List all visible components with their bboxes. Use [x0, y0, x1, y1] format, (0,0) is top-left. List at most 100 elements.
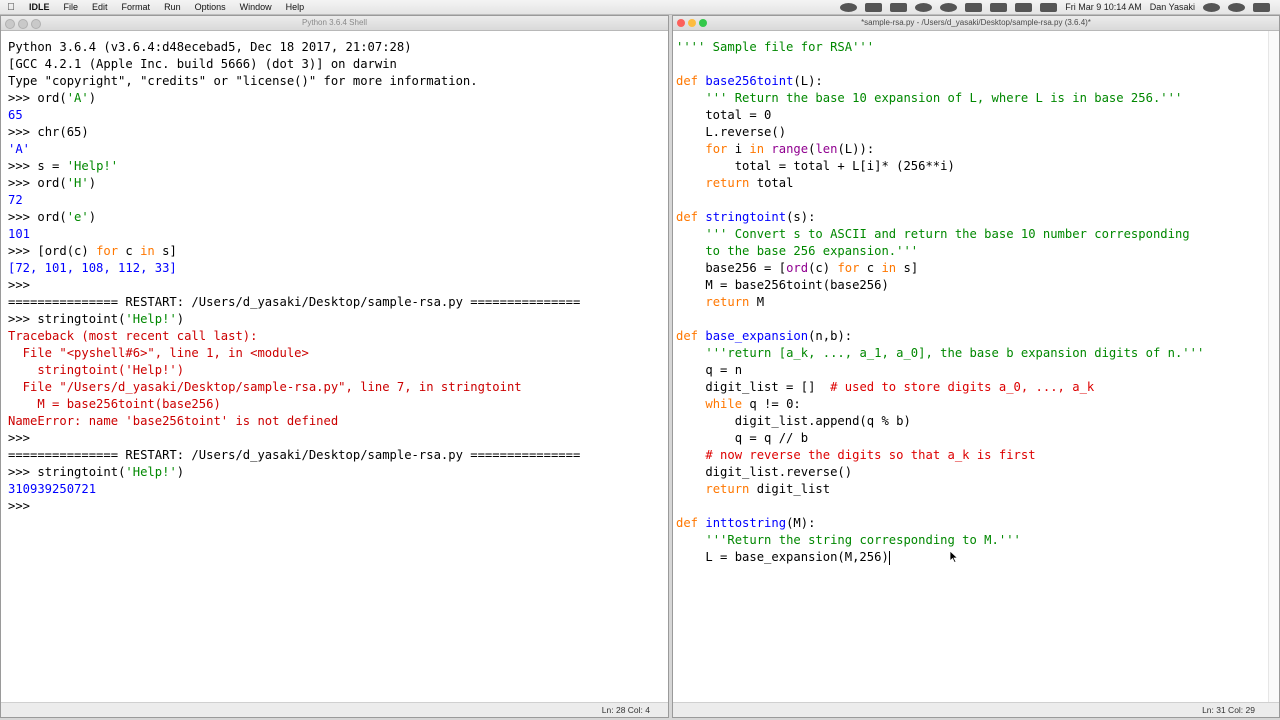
- code-token: ''' Return the base 10 expansion of L, w…: [705, 91, 1183, 105]
- code-token: in: [140, 244, 155, 258]
- menu-window[interactable]: Window: [233, 2, 279, 12]
- code-token: q = q // b: [676, 431, 809, 445]
- code-line: >>> chr(65): [8, 124, 668, 141]
- code-token: ): [88, 91, 97, 105]
- close-icon[interactable]: [5, 19, 15, 29]
- code-line: >>> ord('A'): [8, 90, 668, 107]
- code-token: i: [727, 142, 750, 156]
- code-token: stringtoint: [705, 210, 787, 224]
- code-line: >>> stringtoint('Help!'): [8, 311, 668, 328]
- code-token: [72, 101, 108, 112, 33]: [8, 261, 177, 275]
- menu-format[interactable]: Format: [115, 2, 158, 12]
- menu-clock[interactable]: Fri Mar 9 10:14 AM: [1061, 2, 1146, 12]
- code-line: File "/Users/d_yasaki/Desktop/sample-rsa…: [8, 379, 668, 396]
- code-token: total = total + L[i]* (256**i): [676, 159, 955, 173]
- code-token: 'H': [66, 176, 89, 190]
- shell-titlebar[interactable]: Python 3.6.4 Shell: [1, 16, 668, 31]
- menu-options[interactable]: Options: [188, 2, 233, 12]
- flag-icon[interactable]: [1040, 2, 1058, 12]
- code-token: >>>: [8, 176, 38, 190]
- code-token: ''' Convert s to ASCII and return the ba…: [705, 227, 1190, 241]
- code-line: total = total + L[i]* (256**i): [676, 158, 1279, 175]
- code-token: (c): [808, 261, 838, 275]
- info-icon[interactable]: [915, 2, 933, 12]
- siri-icon[interactable]: [1228, 2, 1245, 12]
- code-token: >>>: [8, 465, 38, 479]
- code-line: M = base256toint(base256): [676, 277, 1279, 294]
- code-token: 72: [8, 193, 23, 207]
- notification-center-icon[interactable]: [1253, 2, 1270, 12]
- code-token: to the base 256 expansion.''': [676, 244, 919, 258]
- code-token: def: [676, 516, 699, 530]
- code-line: to the base 256 expansion.''': [676, 243, 1279, 260]
- menu-app-name[interactable]: IDLE: [22, 2, 57, 12]
- close-icon[interactable]: [677, 19, 685, 27]
- time-machine-icon[interactable]: [940, 2, 958, 12]
- code-line: Type "copyright", "credits" or "license(…: [8, 73, 668, 90]
- code-line: NameError: name 'base256toint' is not de…: [8, 413, 668, 430]
- menu-user[interactable]: Dan Yasaki: [1146, 2, 1199, 12]
- editor-titlebar[interactable]: *sample-rsa.py - /Users/d_yasaki/Desktop…: [673, 16, 1279, 31]
- code-token: Traceback (most recent call last):: [8, 329, 258, 343]
- code-line: digit_list.reverse(): [676, 464, 1279, 481]
- code-token: len: [815, 142, 838, 156]
- code-line: q = q // b: [676, 430, 1279, 447]
- code-token: for: [96, 244, 119, 258]
- apple-menu-icon[interactable]: : [0, 2, 22, 13]
- code-line: 'A': [8, 141, 668, 158]
- shell-status-bar: Ln: 28 Col: 4: [1, 702, 668, 717]
- grid-icon[interactable]: [890, 2, 908, 12]
- minimize-icon[interactable]: [18, 19, 28, 29]
- menu-run[interactable]: Run: [157, 2, 188, 12]
- code-token: >>>: [8, 278, 38, 292]
- volume-icon[interactable]: [990, 2, 1008, 12]
- code-line: Python 3.6.4 (v3.6.4:d48ecebad5, Dec 18 …: [8, 39, 668, 56]
- code-token: s =: [37, 159, 67, 173]
- code-token: >>>: [8, 499, 38, 513]
- code-token: in: [881, 261, 897, 275]
- spotlight-icon[interactable]: [1203, 2, 1220, 12]
- code-token: return: [705, 295, 750, 309]
- code-token: digit_list.append(q % b): [676, 414, 911, 428]
- wifi-icon[interactable]: [1015, 2, 1033, 12]
- code-token: ord(: [37, 176, 67, 190]
- dropbox-icon[interactable]: [865, 2, 883, 12]
- record-icon[interactable]: [840, 2, 858, 12]
- minimize-icon[interactable]: [688, 19, 696, 27]
- shell-text-area[interactable]: Python 3.6.4 (v3.6.4:d48ecebad5, Dec 18 …: [1, 31, 668, 703]
- code-token: 'e': [66, 210, 89, 224]
- code-line: stringtoint('Help!'): [8, 362, 668, 379]
- code-line: for i in range(len(L)):: [676, 141, 1279, 158]
- code-token: c: [859, 261, 882, 275]
- code-line: Traceback (most recent call last):: [8, 328, 668, 345]
- editor-scrollbar[interactable]: [1268, 31, 1279, 703]
- code-token: (L)):: [837, 142, 875, 156]
- code-token: >>>: [8, 244, 38, 258]
- code-line: '''Return the string corresponding to M.…: [676, 532, 1279, 549]
- shell-title: Python 3.6.4 Shell: [302, 18, 367, 27]
- bluetooth-icon[interactable]: [965, 2, 983, 12]
- code-token: 'A': [8, 142, 31, 156]
- menu-edit[interactable]: Edit: [85, 2, 115, 12]
- menu-file[interactable]: File: [57, 2, 86, 12]
- code-token: return: [705, 176, 750, 190]
- code-token: # used to store digits a_0, ..., a_k: [830, 380, 1095, 394]
- code-token: Python 3.6.4 (v3.6.4:d48ecebad5, Dec 18 …: [8, 40, 412, 54]
- code-token: total = 0: [676, 108, 772, 122]
- code-line: '''return [a_k, ..., a_1, a_0], the base…: [676, 345, 1279, 362]
- zoom-icon[interactable]: [31, 19, 41, 29]
- code-line: def base256toint(L):: [676, 73, 1279, 90]
- code-token: 65: [8, 108, 23, 122]
- editor-text-area[interactable]: '''' Sample file for RSA''' def base256to…: [673, 31, 1279, 703]
- mouse-pointer-icon: [950, 551, 958, 563]
- zoom-icon[interactable]: [699, 19, 707, 27]
- menu-help[interactable]: Help: [279, 2, 312, 12]
- code-token: [GCC 4.2.1 (Apple Inc. build 5666) (dot …: [8, 57, 397, 71]
- code-token: Type "copyright", "credits" or "license(…: [8, 74, 478, 88]
